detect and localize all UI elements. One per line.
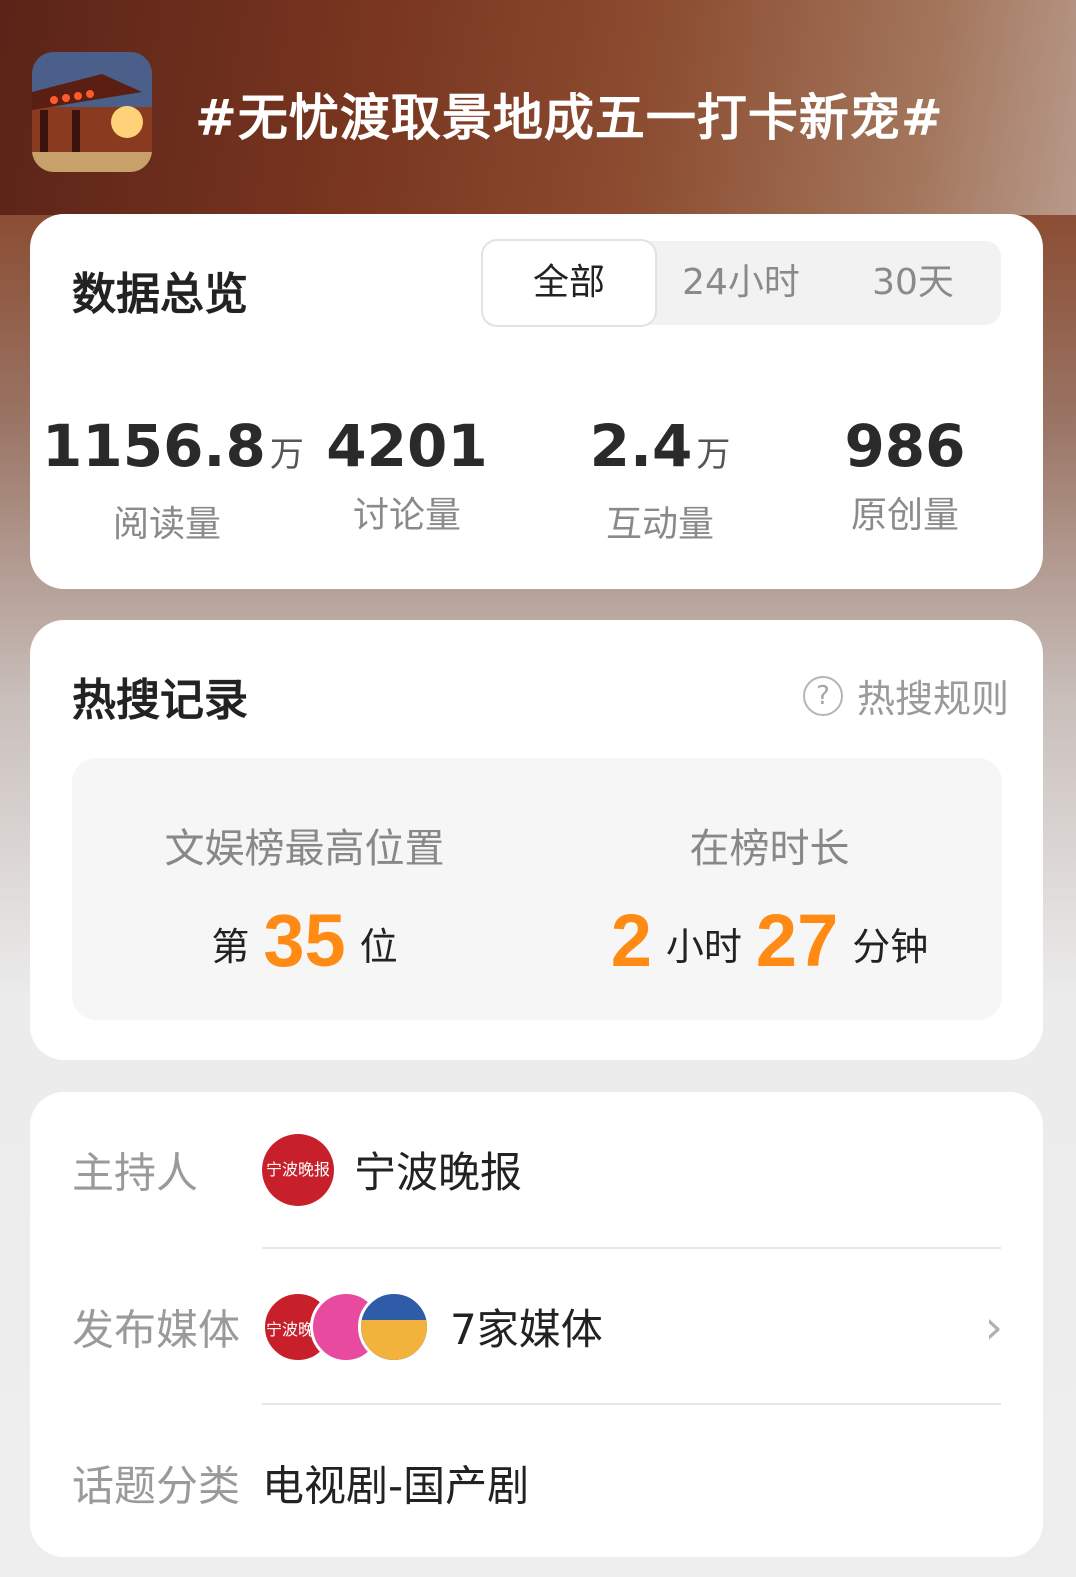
stat-interactions: 2.4 万 互动量 <box>535 414 785 547</box>
data-overview-card: 数据总览 全部 24小时 30天 1156.8 万 阅读量 4201 讨论量 2.… <box>30 214 1043 589</box>
hot-search-title: 热搜记录 <box>72 675 248 726</box>
rank-label: 文娱榜最高位置 <box>164 826 445 872</box>
host-avatar: 宁波晚报 <box>262 1133 334 1206</box>
topic-header: #无忧渡取景地成五一打卡新宠# <box>0 0 1076 215</box>
stat-discussions: 4201 讨论量 <box>282 414 532 538</box>
temple-cover-icon <box>32 52 152 172</box>
stat-originals-label: 原创量 <box>850 495 959 536</box>
question-circle-icon: ? <box>802 675 843 716</box>
publishers-row[interactable]: 发布媒体 宁波晚报 7家媒体 › <box>30 1249 1043 1404</box>
publisher-avatar-3 <box>358 1290 430 1363</box>
hot-search-rules-label: 热搜规则 <box>856 677 1009 721</box>
rank-block: 文娱榜最高位置 第 35 位 <box>72 758 537 983</box>
publishers-content: 宁波晚报 7家媒体 <box>262 1290 603 1363</box>
topic-title: #无忧渡取景地成五一打卡新宠# <box>195 89 944 147</box>
category-row: 话题分类 电视剧-国产剧 <box>30 1405 1043 1560</box>
stat-discussions-value: 4201 <box>326 412 488 480</box>
duration-label: 在榜时长 <box>689 826 850 872</box>
tab-24h[interactable]: 24小时 <box>655 241 827 325</box>
hot-search-panel: 文娱榜最高位置 第 35 位 在榜时长 2 小时 27 分钟 <box>72 758 1002 1020</box>
stat-reads-value: 1156.8 万 <box>42 412 304 480</box>
stat-discussions-label: 讨论量 <box>352 495 461 536</box>
hot-search-card: 热搜记录 ? 热搜规则 文娱榜最高位置 第 35 位 在榜时长 2 小时 27 分钟 <box>30 620 1043 1060</box>
stat-reads: 1156.8 万 阅读量 <box>42 412 304 547</box>
host-content[interactable]: 宁波晚报 宁波晚报 <box>262 1133 523 1206</box>
stat-interactions-label: 互动量 <box>605 504 714 545</box>
host-name: 宁波晚报 <box>354 1148 523 1197</box>
stat-originals: 986 原创量 <box>780 414 1030 538</box>
category-value: 电视剧-国产剧 <box>262 1461 530 1510</box>
duration-hours-unit: 小时 <box>665 925 742 969</box>
overview-title: 数据总览 <box>72 269 248 320</box>
stat-interactions-value: 2.4 万 <box>589 412 731 480</box>
category-label: 话题分类 <box>72 1461 241 1510</box>
duration-block: 在榜时长 2 小时 27 分钟 <box>537 758 1002 983</box>
stat-reads-label: 阅读量 <box>112 504 221 545</box>
hot-search-rules-link[interactable]: ? 热搜规则 <box>802 668 1009 723</box>
rank-value-row: 第 35 位 <box>72 898 537 983</box>
publishers-summary: 7家媒体 <box>450 1305 603 1354</box>
chevron-right-icon[interactable]: › <box>985 1300 1003 1354</box>
duration-minutes: 27 <box>755 899 839 982</box>
topic-info-card: 主持人 宁波晚报 宁波晚报 发布媒体 宁波晚报 7家媒体 › 话题分类 电视剧-… <box>30 1092 1043 1557</box>
rank-prefix: 第 <box>211 925 250 969</box>
time-range-tabs: 全部 24小时 30天 <box>483 241 1001 325</box>
host-row: 主持人 宁波晚报 宁波晚报 <box>30 1092 1043 1247</box>
duration-hours: 2 <box>610 899 652 982</box>
duration-minutes-unit: 分钟 <box>852 925 929 969</box>
tab-all[interactable]: 全部 <box>483 241 655 325</box>
host-label: 主持人 <box>72 1148 199 1197</box>
rank-suffix: 位 <box>359 925 398 969</box>
duration-value-row: 2 小时 27 分钟 <box>537 898 1002 983</box>
tab-30d[interactable]: 30天 <box>827 241 999 325</box>
rank-number: 35 <box>263 899 346 982</box>
publishers-label: 发布媒体 <box>72 1305 241 1354</box>
temple-cover-image <box>32 52 152 172</box>
stat-originals-value: 986 <box>844 412 966 480</box>
